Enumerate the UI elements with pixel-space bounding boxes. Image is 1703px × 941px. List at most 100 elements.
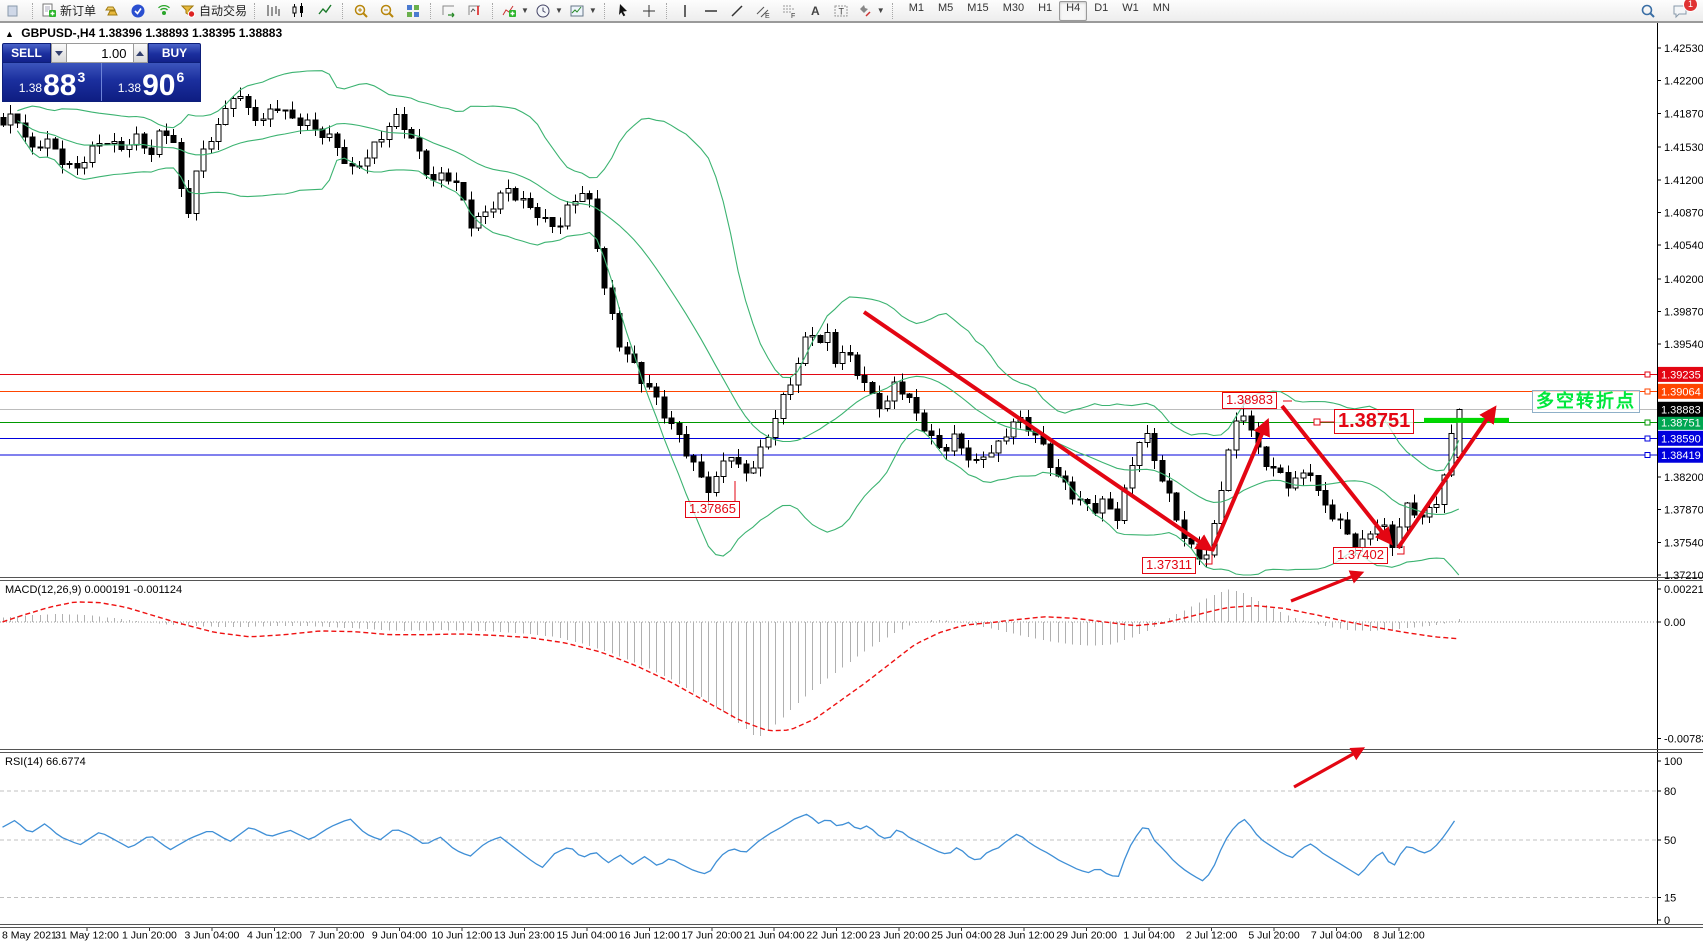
line-handle[interactable]: [1645, 389, 1650, 394]
signal-icon[interactable]: [151, 0, 177, 22]
macd-axis-label: -0.007831: [1664, 734, 1703, 746]
line-handle[interactable]: [1645, 453, 1650, 458]
time-axis-label: 17 Jun 20:00: [681, 930, 742, 941]
periods-icon: [535, 3, 551, 19]
price-badge: 1.38419: [1661, 450, 1701, 462]
svg-text:T: T: [838, 6, 844, 16]
notifications-icon[interactable]: 1: [1667, 0, 1693, 22]
timeframe-m1-button[interactable]: M1: [902, 1, 931, 21]
svg-text:F: F: [791, 13, 795, 19]
zoom-out-button[interactable]: [374, 0, 400, 22]
search-icon[interactable]: [1635, 0, 1661, 22]
timeframe-h1-button[interactable]: H1: [1031, 1, 1059, 21]
candlestick-chart-button[interactable]: [286, 0, 312, 22]
tile-windows-button[interactable]: [400, 0, 426, 22]
sell-price-prefix: 1.38: [19, 81, 42, 95]
arrows-tool-button-dropdown-icon[interactable]: ▼: [877, 6, 885, 15]
channel-tool-icon: E: [755, 3, 771, 19]
chart-canvas[interactable]: 1.425301.422001.418701.415301.412001.408…: [0, 0, 1703, 941]
chart-title: ▲ GBPUSD-,H4 1.38396 1.38893 1.38395 1.3…: [5, 26, 282, 40]
timeframe-w1-button[interactable]: W1: [1115, 1, 1146, 21]
price-annotation-1-37402[interactable]: 1.37402: [1333, 547, 1388, 564]
triangle-down-icon: [55, 51, 63, 56]
periods-button-dropdown-icon[interactable]: ▼: [555, 6, 563, 15]
templates-icon: [569, 3, 585, 19]
fibonacci-tool-button[interactable]: F: [776, 0, 802, 22]
community-icon[interactable]: [125, 0, 151, 22]
volume-input[interactable]: [67, 43, 133, 63]
price-annotation-1-38751[interactable]: 1.38751: [1334, 409, 1414, 434]
buy-price-panel[interactable]: 1.38906: [102, 63, 200, 101]
time-axis-label: 8 May 2021: [2, 930, 57, 941]
templates-button[interactable]: ▼: [566, 0, 600, 22]
bar-chart-icon: [265, 3, 281, 19]
crosshair-tool-button[interactable]: [636, 0, 662, 22]
rsi-name: RSI(14): [5, 756, 43, 768]
timeframe-d1-button[interactable]: D1: [1087, 1, 1115, 21]
collapse-chart-icon[interactable]: ▲: [5, 29, 14, 39]
timeframe-h4-button[interactable]: H4: [1059, 1, 1087, 21]
price-badge: 1.38590: [1661, 433, 1701, 445]
horizontal-line-tool-button[interactable]: [698, 0, 724, 22]
sell-price-big: 88: [43, 73, 76, 99]
zoom-in-icon: [353, 3, 369, 19]
price-annotation-1-38983[interactable]: 1.38983: [1222, 392, 1277, 409]
buy-price-prefix: 1.38: [118, 81, 141, 95]
indicators-button-dropdown-icon[interactable]: ▼: [521, 6, 529, 15]
cursor-tool-button[interactable]: [610, 0, 636, 22]
line-chart-button[interactable]: [312, 0, 338, 22]
time-axis-label: 31 May 12:00: [55, 930, 119, 941]
toolbar-separator: [892, 3, 894, 19]
gold-deposit-icon[interactable]: [99, 0, 125, 22]
toolbar-separator: [342, 3, 344, 19]
volume-decrease-button[interactable]: [51, 43, 67, 63]
bar-chart-button[interactable]: [260, 0, 286, 22]
timeframe-m30-button[interactable]: M30: [996, 1, 1031, 21]
time-axis-label: 21 Jun 04:00: [744, 930, 805, 941]
label-tool-button[interactable]: T: [828, 0, 854, 22]
indicators-button[interactable]: ▼: [498, 0, 532, 22]
vertical-line-tool-button[interactable]: [672, 0, 698, 22]
chart-shift-button[interactable]: [462, 0, 488, 22]
timeframe-m5-button[interactable]: M5: [931, 1, 960, 21]
line-handle[interactable]: [1645, 436, 1650, 441]
templates-button-dropdown-icon[interactable]: ▼: [589, 6, 597, 15]
price-axis-label: 1.40200: [1664, 274, 1703, 286]
price-annotation-1-37311[interactable]: 1.37311: [1142, 557, 1196, 574]
time-axis-label: 8 Jul 12:00: [1373, 930, 1425, 941]
time-axis-label: 25 Jun 04:00: [931, 930, 992, 941]
zoom-in-button[interactable]: [348, 0, 374, 22]
rsi-axis-label: 15: [1664, 892, 1676, 904]
price-axis-label: 1.37870: [1664, 505, 1703, 517]
channel-tool-button[interactable]: E: [750, 0, 776, 22]
time-axis[interactable]: 8 May 202131 May 12:001 Jun 20:003 Jun 0…: [2, 928, 1425, 941]
price-annotation-1-37865[interactable]: 1.37865: [685, 501, 740, 518]
arrows-tool-button[interactable]: ▼: [854, 0, 888, 22]
auto-trading-button-label: 自动交易: [199, 2, 247, 19]
price-badge: 1.39235: [1661, 369, 1701, 381]
chart-window-partial-icon[interactable]: [2, 0, 28, 22]
sell-button[interactable]: SELL: [2, 43, 51, 63]
trendline-tool-button[interactable]: [724, 0, 750, 22]
sell-price-panel[interactable]: 1.38883: [3, 63, 101, 101]
auto-trading-icon: [180, 3, 196, 19]
auto-scroll-button[interactable]: [436, 0, 462, 22]
auto-trading-button[interactable]: 自动交易: [177, 0, 250, 22]
price-axis-label: 1.41200: [1664, 175, 1703, 187]
text-tool-button[interactable]: A: [802, 0, 828, 22]
rsi-panel-title: RSI(14) 66.6774: [5, 756, 86, 768]
toolbar-separator: [604, 3, 606, 19]
timeframe-mn-button[interactable]: MN: [1146, 1, 1177, 21]
periods-button[interactable]: ▼: [532, 0, 566, 22]
auto-scroll-icon: [441, 3, 457, 19]
line-chart-icon: [317, 3, 333, 19]
price-axis-label: 1.42530: [1664, 43, 1703, 55]
rsi-axis-label: 80: [1664, 786, 1676, 798]
turning-point-label[interactable]: 多空转折点: [1532, 390, 1640, 413]
new-order-button[interactable]: 新订单: [38, 0, 99, 22]
timeframe-m15-button[interactable]: M15: [960, 1, 995, 21]
volume-increase-button[interactable]: [133, 43, 149, 63]
line-handle[interactable]: [1645, 420, 1650, 425]
line-handle[interactable]: [1645, 372, 1650, 377]
buy-button[interactable]: BUY: [148, 43, 201, 63]
